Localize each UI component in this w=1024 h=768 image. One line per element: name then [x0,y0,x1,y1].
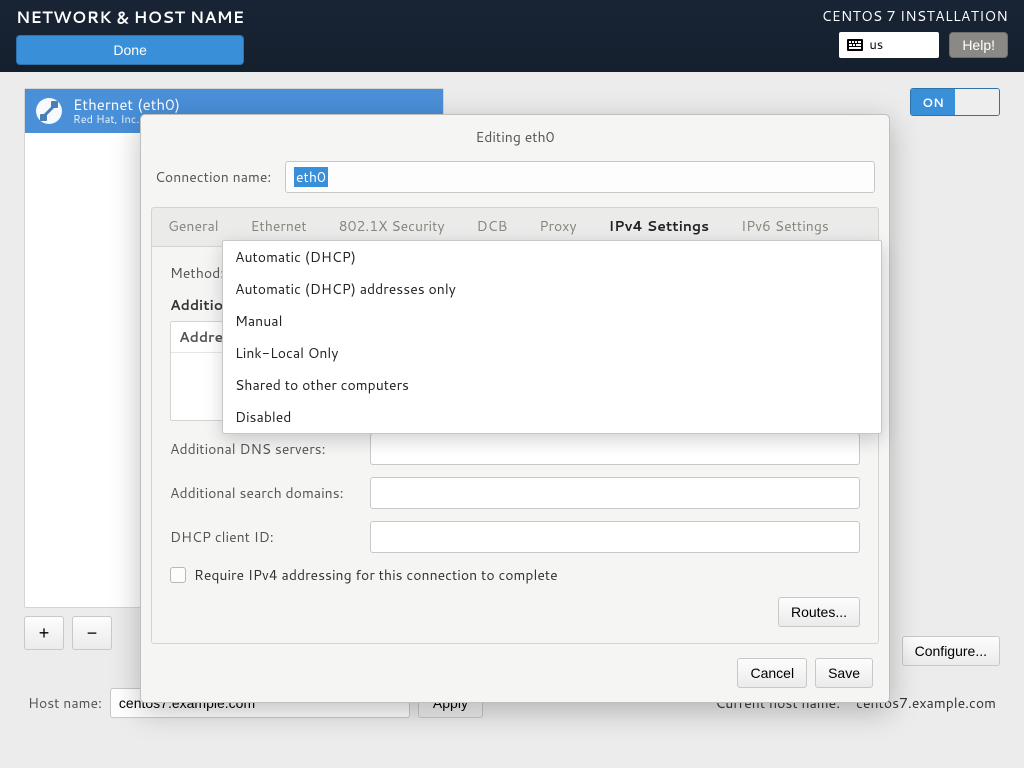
method-option-disabled[interactable]: Disabled [223,401,881,433]
connection-name-value: eth0 [294,167,328,187]
require-ipv4-row[interactable]: Require IPv4 addressing for this connect… [170,565,860,585]
method-option-link-local[interactable]: Link-Local Only [223,337,881,369]
installer-header: NETWORK & HOST NAME Done CENTOS 7 INSTAL… [0,0,1024,72]
network-wired-icon [35,97,63,125]
dhcp-client-id-label: DHCP client ID: [170,527,360,547]
routes-row: Routes... [170,597,860,627]
search-domains-row: Additional search domains: [170,477,860,509]
method-option-manual[interactable]: Manual [223,305,881,337]
help-button[interactable]: Help! [949,32,1008,58]
routes-button[interactable]: Routes... [778,597,860,627]
cancel-button[interactable]: Cancel [737,658,807,688]
remove-device-button[interactable]: − [72,616,112,650]
header-tools: us Help! [839,32,1008,58]
keyboard-layout-label: us [869,36,883,54]
header-left: NETWORK & HOST NAME Done [16,6,244,65]
connection-toggle[interactable]: ON [910,88,1000,116]
dhcp-client-id-input[interactable] [370,521,860,553]
dns-row: Additional DNS servers: [170,433,860,465]
done-button[interactable]: Done [16,35,244,65]
installer-brand: CENTOS 7 INSTALLATION [822,6,1008,26]
keyboard-icon [847,39,863,51]
save-button[interactable]: Save [815,658,873,688]
toggle-on-label: ON [911,89,955,115]
spoke-title: NETWORK & HOST NAME [16,6,244,29]
dialog-buttons: Cancel Save [141,644,889,688]
method-label: Method: [170,263,230,283]
method-option-dhcp-addr-only[interactable]: Automatic (DHCP) addresses only [223,273,881,305]
dns-label: Additional DNS servers: [170,439,360,459]
connection-name-input[interactable]: eth0 [285,161,875,193]
connection-name-label: Connection name: [155,167,275,187]
configure-button[interactable]: Configure... [902,636,1000,666]
search-domains-label: Additional search domains: [170,483,360,503]
dhcp-client-id-row: DHCP client ID: [170,521,860,553]
keyboard-indicator[interactable]: us [839,32,939,58]
require-ipv4-checkbox[interactable] [170,567,186,583]
add-device-button[interactable]: + [24,616,64,650]
header-right: CENTOS 7 INSTALLATION us Help! [822,6,1008,58]
search-domains-input[interactable] [370,477,860,509]
toggle-off-side [955,89,999,115]
method-option-shared[interactable]: Shared to other computers [223,369,881,401]
method-option-dhcp[interactable]: Automatic (DHCP) [223,241,881,273]
dialog-title: Editing eth0 [141,115,889,157]
hostname-label: Host name: [28,693,102,713]
connection-name-row: Connection name: eth0 [141,157,889,197]
dns-input[interactable] [370,433,860,465]
require-ipv4-label: Require IPv4 addressing for this connect… [194,565,558,585]
method-dropdown[interactable]: Automatic (DHCP) Automatic (DHCP) addres… [222,240,882,434]
